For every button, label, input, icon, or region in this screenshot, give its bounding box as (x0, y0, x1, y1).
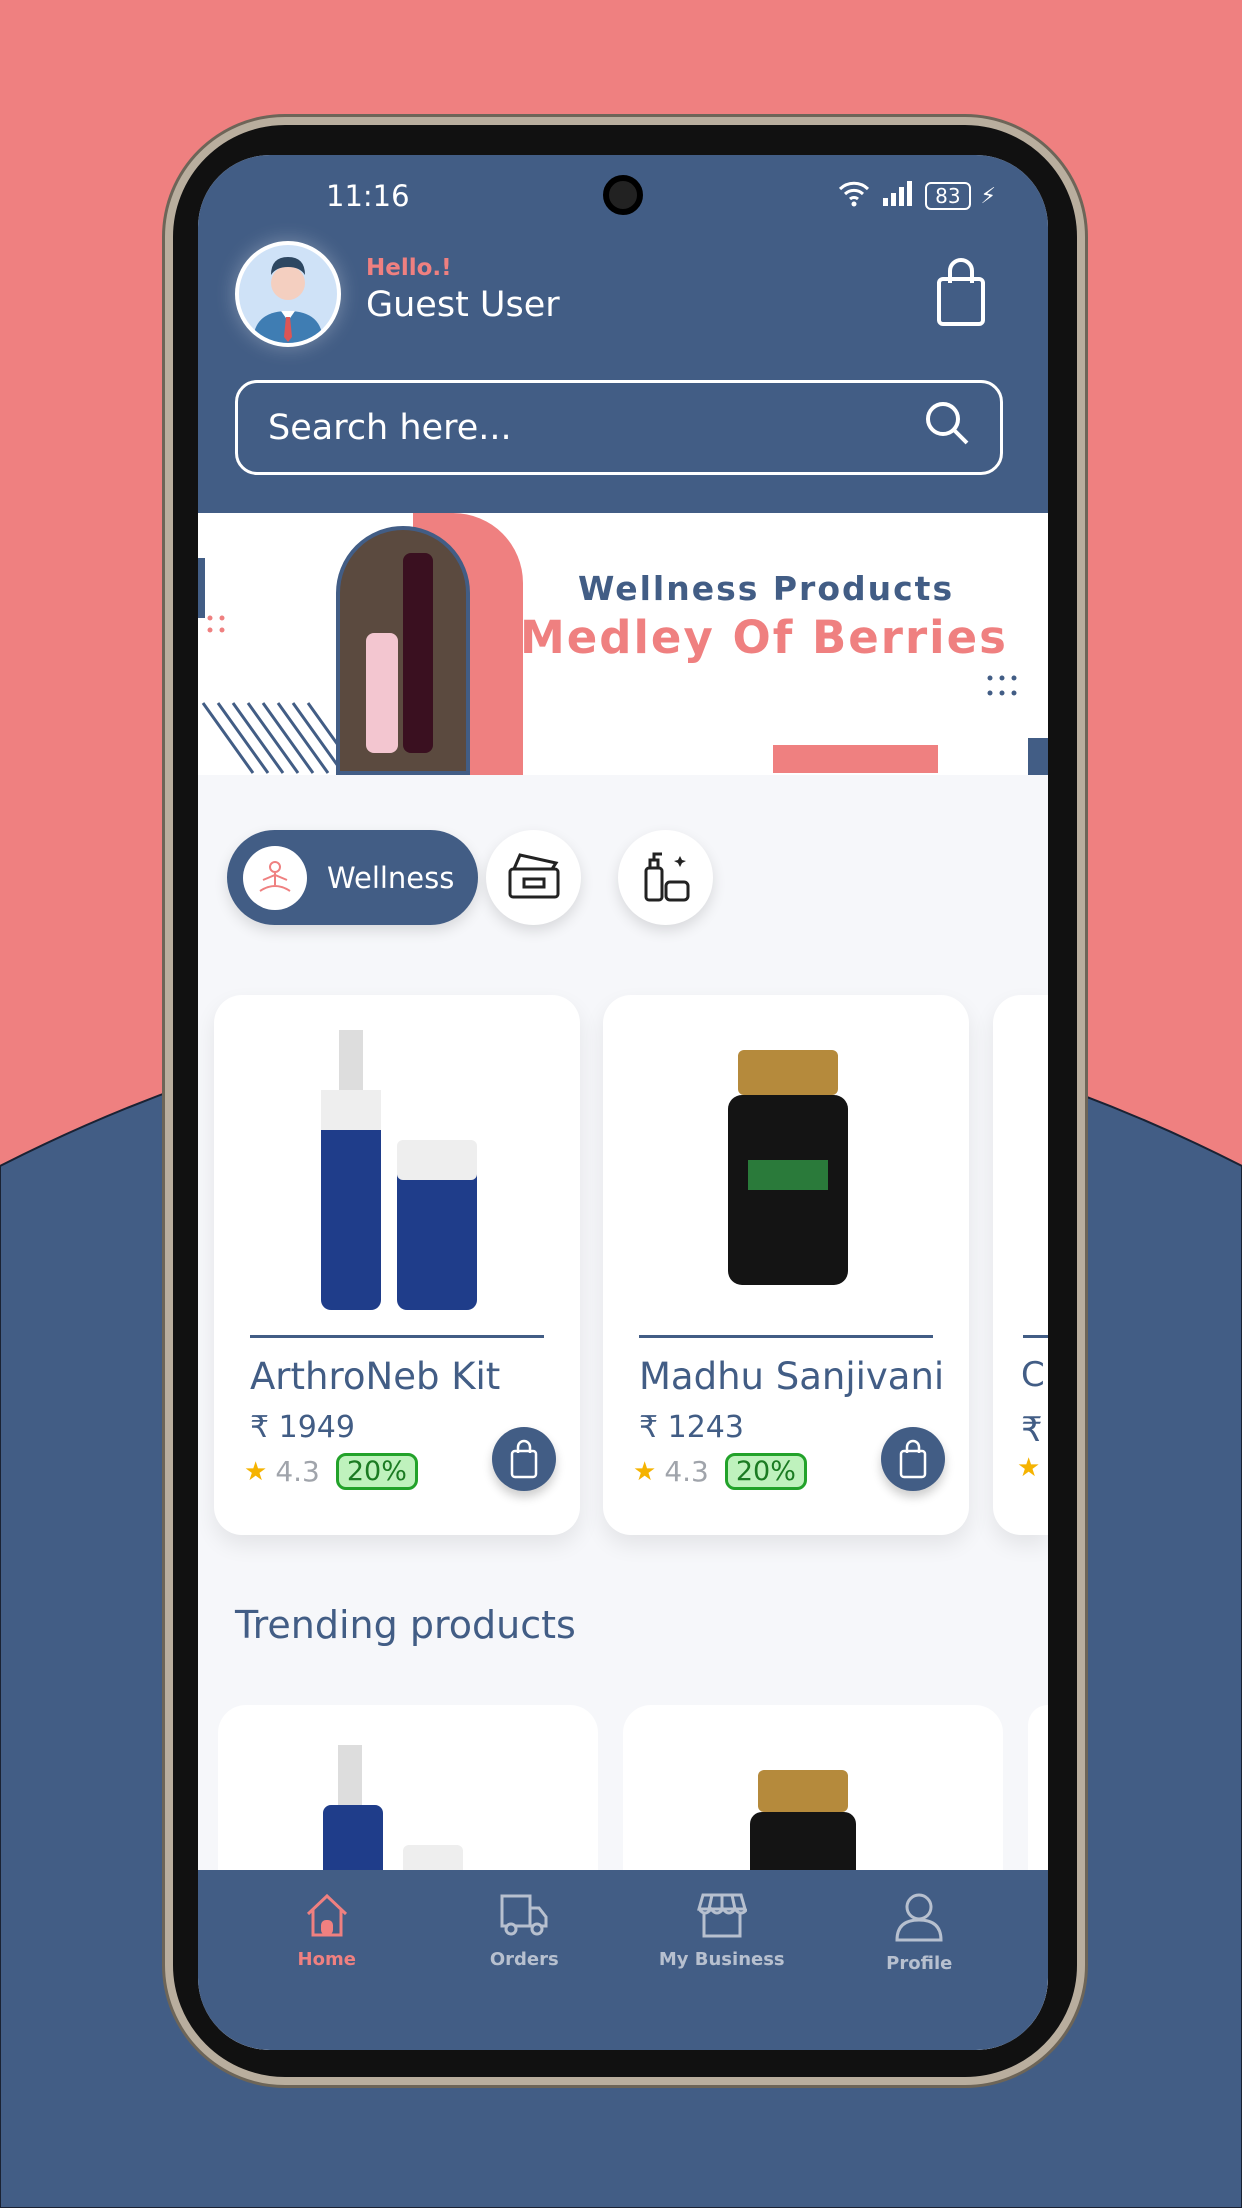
app-screen: 11:16 83 ⚡ Hello.! Guest User Search her… (198, 155, 1048, 2050)
nav-my-business[interactable]: My Business (642, 1870, 802, 2050)
rating-value: 4.3 (664, 1455, 709, 1488)
meditation-icon (243, 845, 307, 910)
product-card[interactable]: Madhu Sanjivani ₹ 1243 ★ 4.3 20% (603, 995, 969, 1535)
bottom-nav: Home Orders My Business Profile (198, 1870, 1048, 2050)
banner-subtitle: Wellness Products (578, 569, 955, 608)
star-icon: ★ (244, 1456, 268, 1487)
category-chip-personal-care[interactable] (618, 830, 713, 925)
cart-bag-icon[interactable] (936, 257, 986, 331)
star-icon: ★ (1017, 1453, 1041, 1483)
product-price: ₹ 1949 (250, 1410, 355, 1445)
section-title: Trending products (235, 1603, 576, 1647)
wifi-icon (837, 179, 871, 213)
product-image (254, 1025, 544, 1315)
category-chip-wellness[interactable]: Wellness (227, 830, 479, 925)
star-icon: ★ (633, 1456, 657, 1487)
category-chip-kits[interactable] (486, 830, 581, 925)
product-name: Madhu Sanjivani (639, 1355, 945, 1398)
discount-badge: 20% (724, 1453, 807, 1490)
avatar[interactable] (235, 241, 341, 347)
status-icons: 83 ⚡ (837, 179, 996, 213)
nav-home[interactable]: Home (247, 1870, 407, 2050)
greeting: Hello.! (366, 255, 452, 281)
product-name: ArthroNeb Kit (250, 1355, 501, 1398)
status-time: 11:16 (326, 179, 410, 213)
search-placeholder: Search here... (268, 407, 512, 448)
category-label: Wellness (327, 860, 455, 895)
camera-cutout (603, 175, 643, 215)
banner-title: Medley Of Berries (520, 611, 1008, 664)
promo-banner[interactable]: Wellness Products Medley Of Berries (198, 513, 1048, 775)
signal-icon (881, 180, 915, 212)
kit-box-icon (506, 851, 562, 905)
user-name: Guest User (366, 285, 560, 325)
charging-icon: ⚡ (980, 183, 996, 209)
nav-label: My Business (658, 1949, 785, 1970)
user-icon (894, 1892, 944, 1947)
rating-value: 4.3 (275, 1455, 320, 1488)
product-card[interactable]: C ₹ ★ (993, 995, 1048, 1535)
product-card[interactable]: ArthroNeb Kit ₹ 1949 ★ 4.3 20% (214, 995, 580, 1535)
nav-label: Orders (489, 1949, 559, 1970)
search-input[interactable]: Search here... (235, 380, 1003, 475)
product-rating: ★ 4.3 20% (633, 1453, 807, 1490)
product-name: C (1021, 1355, 1045, 1395)
product-rating: ★ (1017, 1453, 1040, 1483)
nav-orders[interactable]: Orders (444, 1870, 604, 2050)
divider (1023, 1335, 1048, 1338)
product-rating: ★ 4.3 20% (244, 1453, 418, 1490)
nav-label: Profile (886, 1953, 953, 1974)
add-to-cart-button[interactable] (492, 1427, 556, 1491)
divider (639, 1335, 933, 1338)
product-image (643, 1025, 933, 1315)
nav-label: Home (297, 1949, 356, 1970)
personal-care-icon (638, 848, 694, 908)
nav-profile[interactable]: Profile (839, 1870, 999, 2050)
add-to-cart-button[interactable] (881, 1427, 945, 1491)
search-icon[interactable] (924, 400, 970, 455)
product-price: ₹ 1243 (639, 1410, 744, 1445)
header: 11:16 83 ⚡ Hello.! Guest User Search her… (198, 155, 1048, 513)
store-icon (696, 1892, 748, 1943)
truck-icon (499, 1892, 549, 1943)
discount-badge: 20% (335, 1453, 418, 1490)
product-price: ₹ (1021, 1410, 1043, 1450)
home-icon (304, 1892, 350, 1943)
battery-level: 83 (925, 182, 971, 210)
divider (250, 1335, 544, 1338)
